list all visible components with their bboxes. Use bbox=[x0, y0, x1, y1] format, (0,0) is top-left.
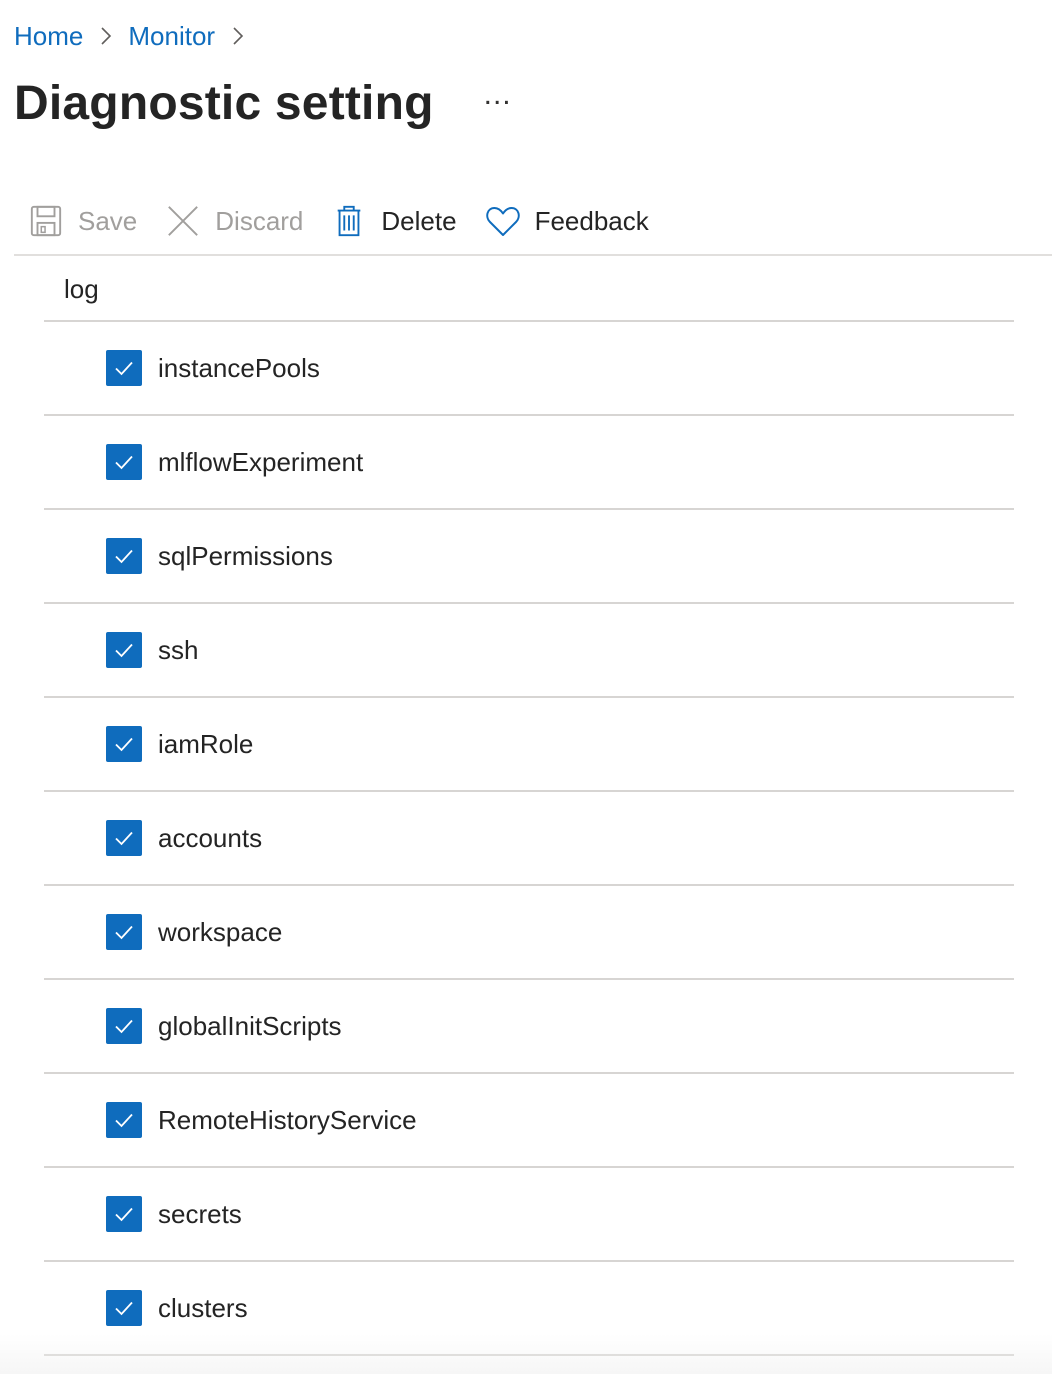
save-button[interactable]: Save bbox=[14, 195, 151, 247]
checkmark-icon bbox=[115, 925, 133, 940]
table-row: clusters bbox=[44, 1262, 1014, 1356]
checkmark-icon bbox=[115, 737, 133, 752]
log-category-checkbox[interactable] bbox=[106, 444, 142, 480]
feedback-label: Feedback bbox=[534, 205, 649, 236]
log-category-label: iamRole bbox=[158, 728, 254, 759]
more-options-button[interactable]: ... bbox=[484, 80, 512, 110]
table-row: instancePools bbox=[44, 322, 1014, 416]
discard-button[interactable]: Discard bbox=[151, 195, 317, 247]
log-category-label: RemoteHistoryService bbox=[158, 1104, 417, 1135]
table-row: ssh bbox=[44, 604, 1014, 698]
chevron-right-icon bbox=[99, 25, 113, 47]
page-title: Diagnostic setting bbox=[14, 76, 434, 130]
log-category-checkbox[interactable] bbox=[106, 1102, 142, 1138]
table-row: secrets bbox=[44, 1168, 1014, 1262]
log-categories-table: log instancePools mlflowExperiment sqlPerm… bbox=[44, 258, 1014, 1356]
heart-icon bbox=[485, 203, 521, 239]
trash-icon bbox=[331, 203, 367, 239]
breadcrumb: Home Monitor bbox=[14, 18, 260, 54]
log-category-checkbox[interactable] bbox=[106, 632, 142, 668]
chevron-right-icon bbox=[231, 25, 245, 47]
checkmark-icon bbox=[115, 831, 133, 846]
log-category-label: instancePools bbox=[158, 352, 320, 383]
log-category-checkbox[interactable] bbox=[106, 914, 142, 950]
table-body: instancePools mlflowExperiment sqlPermissi… bbox=[44, 322, 1014, 1356]
checkmark-icon bbox=[115, 1113, 133, 1128]
diagnostic-setting-page: Home Monitor Diagnostic setting ... Save bbox=[0, 0, 1052, 1374]
log-category-label: globalInitScripts bbox=[158, 1010, 342, 1041]
log-category-label: secrets bbox=[158, 1198, 242, 1229]
breadcrumb-monitor-link[interactable]: Monitor bbox=[128, 21, 215, 52]
checkmark-icon bbox=[115, 1301, 133, 1316]
checkmark-icon bbox=[115, 455, 133, 470]
log-category-checkbox[interactable] bbox=[106, 1290, 142, 1326]
log-category-checkbox[interactable] bbox=[106, 820, 142, 856]
delete-button[interactable]: Delete bbox=[317, 195, 470, 247]
toolbar-divider bbox=[14, 254, 1052, 256]
delete-label: Delete bbox=[381, 205, 457, 236]
table-row: mlflowExperiment bbox=[44, 416, 1014, 510]
log-category-checkbox[interactable] bbox=[106, 1008, 142, 1044]
table-column-header: log bbox=[44, 258, 1014, 322]
table-row: globalInitScripts bbox=[44, 980, 1014, 1074]
log-category-checkbox[interactable] bbox=[106, 726, 142, 762]
log-category-label: ssh bbox=[158, 634, 199, 665]
close-icon bbox=[165, 203, 201, 239]
log-category-checkbox[interactable] bbox=[106, 1196, 142, 1232]
table-row: RemoteHistoryService bbox=[44, 1074, 1014, 1168]
log-category-label: accounts bbox=[158, 822, 263, 853]
checkmark-icon bbox=[115, 549, 133, 564]
feedback-button[interactable]: Feedback bbox=[471, 195, 663, 247]
breadcrumb-home-link[interactable]: Home bbox=[14, 21, 83, 52]
log-category-label: clusters bbox=[158, 1292, 248, 1323]
command-bar: Save Discard Delete Feedback bbox=[14, 190, 1052, 252]
log-category-checkbox[interactable] bbox=[106, 538, 142, 574]
table-row: sqlPermissions bbox=[44, 510, 1014, 604]
save-label: Save bbox=[78, 205, 138, 236]
discard-label: Discard bbox=[215, 205, 304, 236]
checkmark-icon bbox=[115, 1207, 133, 1222]
log-category-label: workspace bbox=[158, 916, 283, 947]
checkmark-icon bbox=[115, 1019, 133, 1034]
table-row: accounts bbox=[44, 792, 1014, 886]
table-row: workspace bbox=[44, 886, 1014, 980]
checkmark-icon bbox=[115, 643, 133, 658]
log-category-checkbox[interactable] bbox=[106, 350, 142, 386]
checkmark-icon bbox=[115, 361, 133, 376]
table-row: iamRole bbox=[44, 698, 1014, 792]
title-row: Diagnostic setting ... bbox=[14, 72, 512, 134]
log-category-label: mlflowExperiment bbox=[158, 446, 364, 477]
save-icon bbox=[28, 203, 64, 239]
log-category-label: sqlPermissions bbox=[158, 540, 333, 571]
